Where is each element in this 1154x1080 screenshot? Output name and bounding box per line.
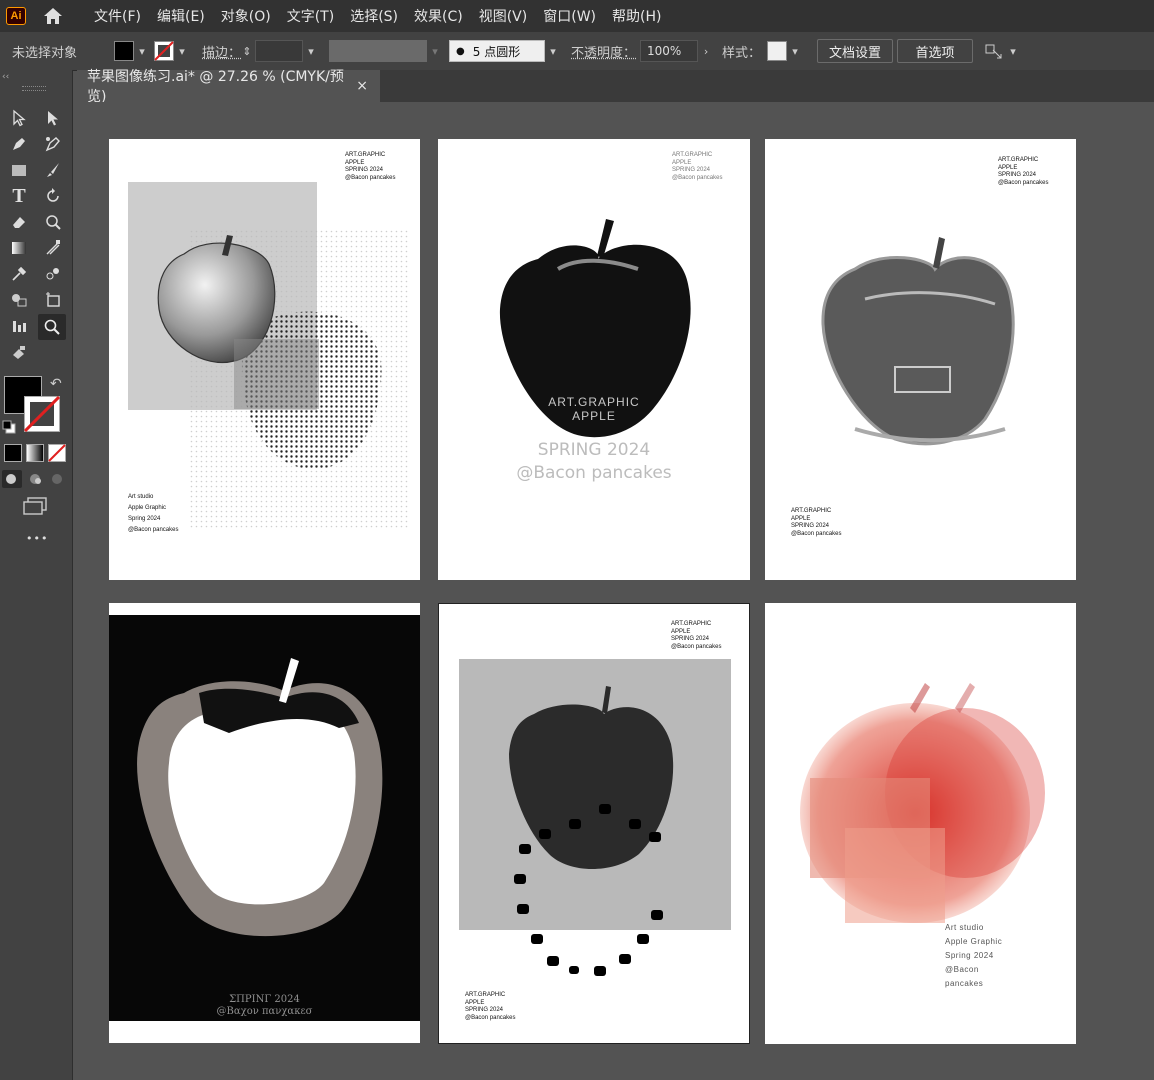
variable-width-profile[interactable] [329,40,428,62]
artboard-5[interactable]: ART.GRAPHIC APPLE SPRING 2024 @Bacon pan… [438,603,750,1044]
canvas[interactable]: ART.GRAPHIC APPLE SPRING 2024 @Bacon pan… [77,102,1154,1080]
artboard-4-footer: ΣΠΡΙΝΓ 2024 @Βαχον πανχακεσ [216,994,313,1017]
stroke-label[interactable]: 描边： [202,42,241,61]
artboard-5-footer: ART.GRAPHIC APPLE SPRING 2024 @Bacon pan… [465,992,516,1021]
stroke-swatch[interactable] [154,41,174,61]
menu-bar: Ai 文件(F) 编辑(E) 对象(O) 文字(T) 选择(S) 效果(C) 视… [0,0,1154,32]
artboard-6[interactable]: Art studio Apple Graphic Spring 2024 @Ba… [765,603,1076,1044]
swap-colors-icon[interactable]: ↶ [50,376,62,392]
brush-dropdown-icon[interactable]: ▾ [545,40,561,62]
artboard-2-overlay-title: ART.GRAPHIC APPLE [548,395,640,423]
eraser-tool-icon[interactable] [6,210,32,234]
default-colors-icon[interactable] [2,420,16,434]
fill-dropdown-icon[interactable]: ▾ [134,40,150,62]
menu-select[interactable]: 选择(S) [342,6,406,26]
artboard-6-footer: Art studio Apple Graphic Spring 2024 @Ba… [945,923,1003,988]
panel-grip[interactable] [22,86,46,91]
style-label: 样式： [722,45,762,61]
mesh-tool-icon[interactable] [40,236,66,260]
artboard-3[interactable]: ART.GRAPHIC APPLE SPRING 2024 @Bacon pan… [765,139,1076,580]
opacity-input[interactable]: 100% [640,40,699,62]
brush-value: 5 点圆形 [472,44,521,59]
artboard-2-overlay-sub: SPRING 2024 @Bacon pancakes [516,440,672,483]
draw-normal-icon[interactable] [2,470,22,488]
menu-edit[interactable]: 编辑(E) [149,6,213,26]
gradient-tool-icon[interactable] [6,236,32,260]
app-logo: Ai [6,7,26,25]
type-tool-icon[interactable]: T [6,184,32,208]
stroke-stepper-icon[interactable]: ⇕ [241,40,253,62]
brush-dot-icon: ● [456,45,465,57]
none-mode-icon[interactable] [48,444,66,462]
opacity-arrow-icon[interactable]: › [698,40,714,62]
menu-file[interactable]: 文件(F) [86,6,149,26]
color-mode-icon[interactable] [4,444,22,462]
selection-status: 未选择对象 [12,45,78,61]
menu-object[interactable]: 对象(O) [213,6,279,26]
menu-help[interactable]: 帮助(H) [604,6,669,26]
arrange-icon[interactable] [983,40,1005,62]
menu-type[interactable]: 文字(T) [279,6,342,26]
collapse-panel-icon[interactable]: ‹‹ [2,72,9,82]
document-tab-bar: 苹果图像练习.ai* @ 27.26 % (CMYK/预览) × [77,69,1154,105]
main-menu: 文件(F) 编辑(E) 对象(O) 文字(T) 选择(S) 效果(C) 视图(V… [86,6,669,26]
document-setup-button[interactable]: 文档设置 [817,39,894,63]
stroke-weight-input[interactable] [255,40,304,62]
artboard-tool-icon[interactable] [40,288,66,312]
draw-inside-icon[interactable] [48,470,68,488]
menu-effect[interactable]: 效果(C) [406,6,471,26]
tools-panel: ‹‹ T ↶ ••• [0,70,73,1080]
eyedropper-tool-icon[interactable] [6,262,32,286]
stroke-color-box[interactable] [24,396,60,432]
artboard-1-footer: Art studio Apple Graphic Spring 2024 @Ba… [128,494,179,533]
style-swatch[interactable] [767,41,788,61]
direct-selection-tool-icon[interactable] [40,106,66,130]
preferences-button[interactable]: 首选项 [897,39,974,63]
warp-tool-icon[interactable] [40,210,66,234]
artboard-4-apple-art [137,658,383,937]
artboard-1[interactable]: ART.GRAPHIC APPLE SPRING 2024 @Bacon pan… [109,139,420,580]
opacity-label[interactable]: 不透明度： [571,42,636,61]
live-paint-tool-icon[interactable] [6,340,32,364]
brush-definition[interactable]: ● 5 点圆形 [449,40,546,62]
bar-graph-tool-icon[interactable] [6,314,32,338]
blend-tool-icon[interactable] [40,262,66,286]
shape-builder-tool-icon[interactable] [6,288,32,312]
arrange-dropdown-icon[interactable]: ▾ [1005,40,1021,62]
stroke-weight-dropdown-icon[interactable]: ▾ [303,40,319,62]
screen-mode-icon[interactable] [22,496,48,516]
document-tab[interactable]: 苹果图像练习.ai* @ 27.26 % (CMYK/预览) × [77,69,380,105]
profile-dropdown-icon[interactable]: ▾ [427,40,443,62]
rotate-tool-icon[interactable] [40,184,66,208]
pen-tool-icon[interactable] [6,132,32,156]
artboard-5-apple-art [509,686,674,976]
home-icon[interactable] [42,6,64,26]
style-dropdown-icon[interactable]: ▾ [787,40,803,62]
more-tools-icon[interactable]: ••• [26,532,48,545]
stroke-dropdown-icon[interactable]: ▾ [174,40,190,62]
menu-view[interactable]: 视图(V) [471,6,536,26]
rectangle-tool-icon[interactable] [6,158,32,182]
gradient-mode-icon[interactable] [26,444,44,462]
selection-tool-icon[interactable] [6,106,32,130]
fill-swatch[interactable] [114,41,134,61]
curvature-tool-icon[interactable] [40,132,66,156]
artboard-4[interactable]: ΣΠΡΙΝΓ 2024 @Βαχον πανχακεσ [109,603,420,1043]
close-tab-icon[interactable]: × [356,78,368,94]
artboard-2[interactable]: ART.GRAPHIC APPLE SPRING 2024 @Bacon pan… [438,139,750,580]
draw-behind-icon[interactable] [26,470,46,488]
document-tab-title: 苹果图像练习.ai* @ 27.26 % (CMYK/预览) [87,69,344,105]
artboard-6-apple-art [800,683,1045,923]
menu-window[interactable]: 窗口(W) [535,6,604,26]
paintbrush-tool-icon[interactable] [40,158,66,182]
zoom-tool-icon[interactable] [38,314,66,340]
artboard-2-apple-art [499,219,691,438]
artboard-3-footer: ART.GRAPHIC APPLE SPRING 2024 @Bacon pan… [791,508,842,537]
